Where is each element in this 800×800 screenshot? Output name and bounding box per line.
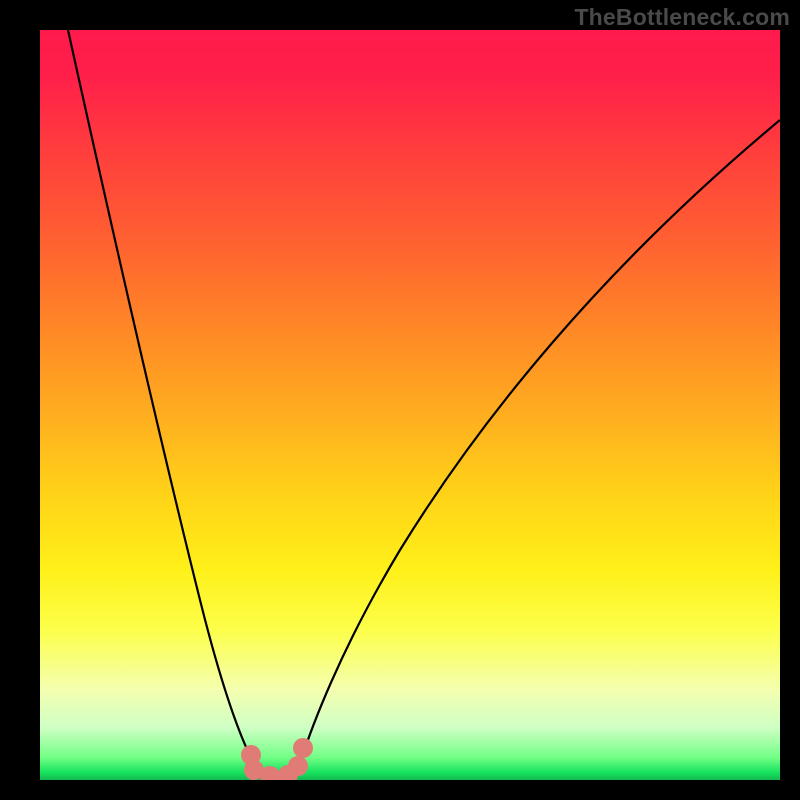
marker-dot	[288, 756, 308, 776]
marker-group	[241, 738, 313, 780]
right-branch-path	[298, 120, 780, 770]
watermark-text: TheBottleneck.com	[574, 4, 790, 31]
plot-area	[40, 30, 780, 780]
marker-dot	[293, 738, 313, 758]
chart-frame: TheBottleneck.com	[0, 0, 800, 800]
left-branch-path	[68, 30, 258, 770]
curve-layer	[40, 30, 780, 780]
